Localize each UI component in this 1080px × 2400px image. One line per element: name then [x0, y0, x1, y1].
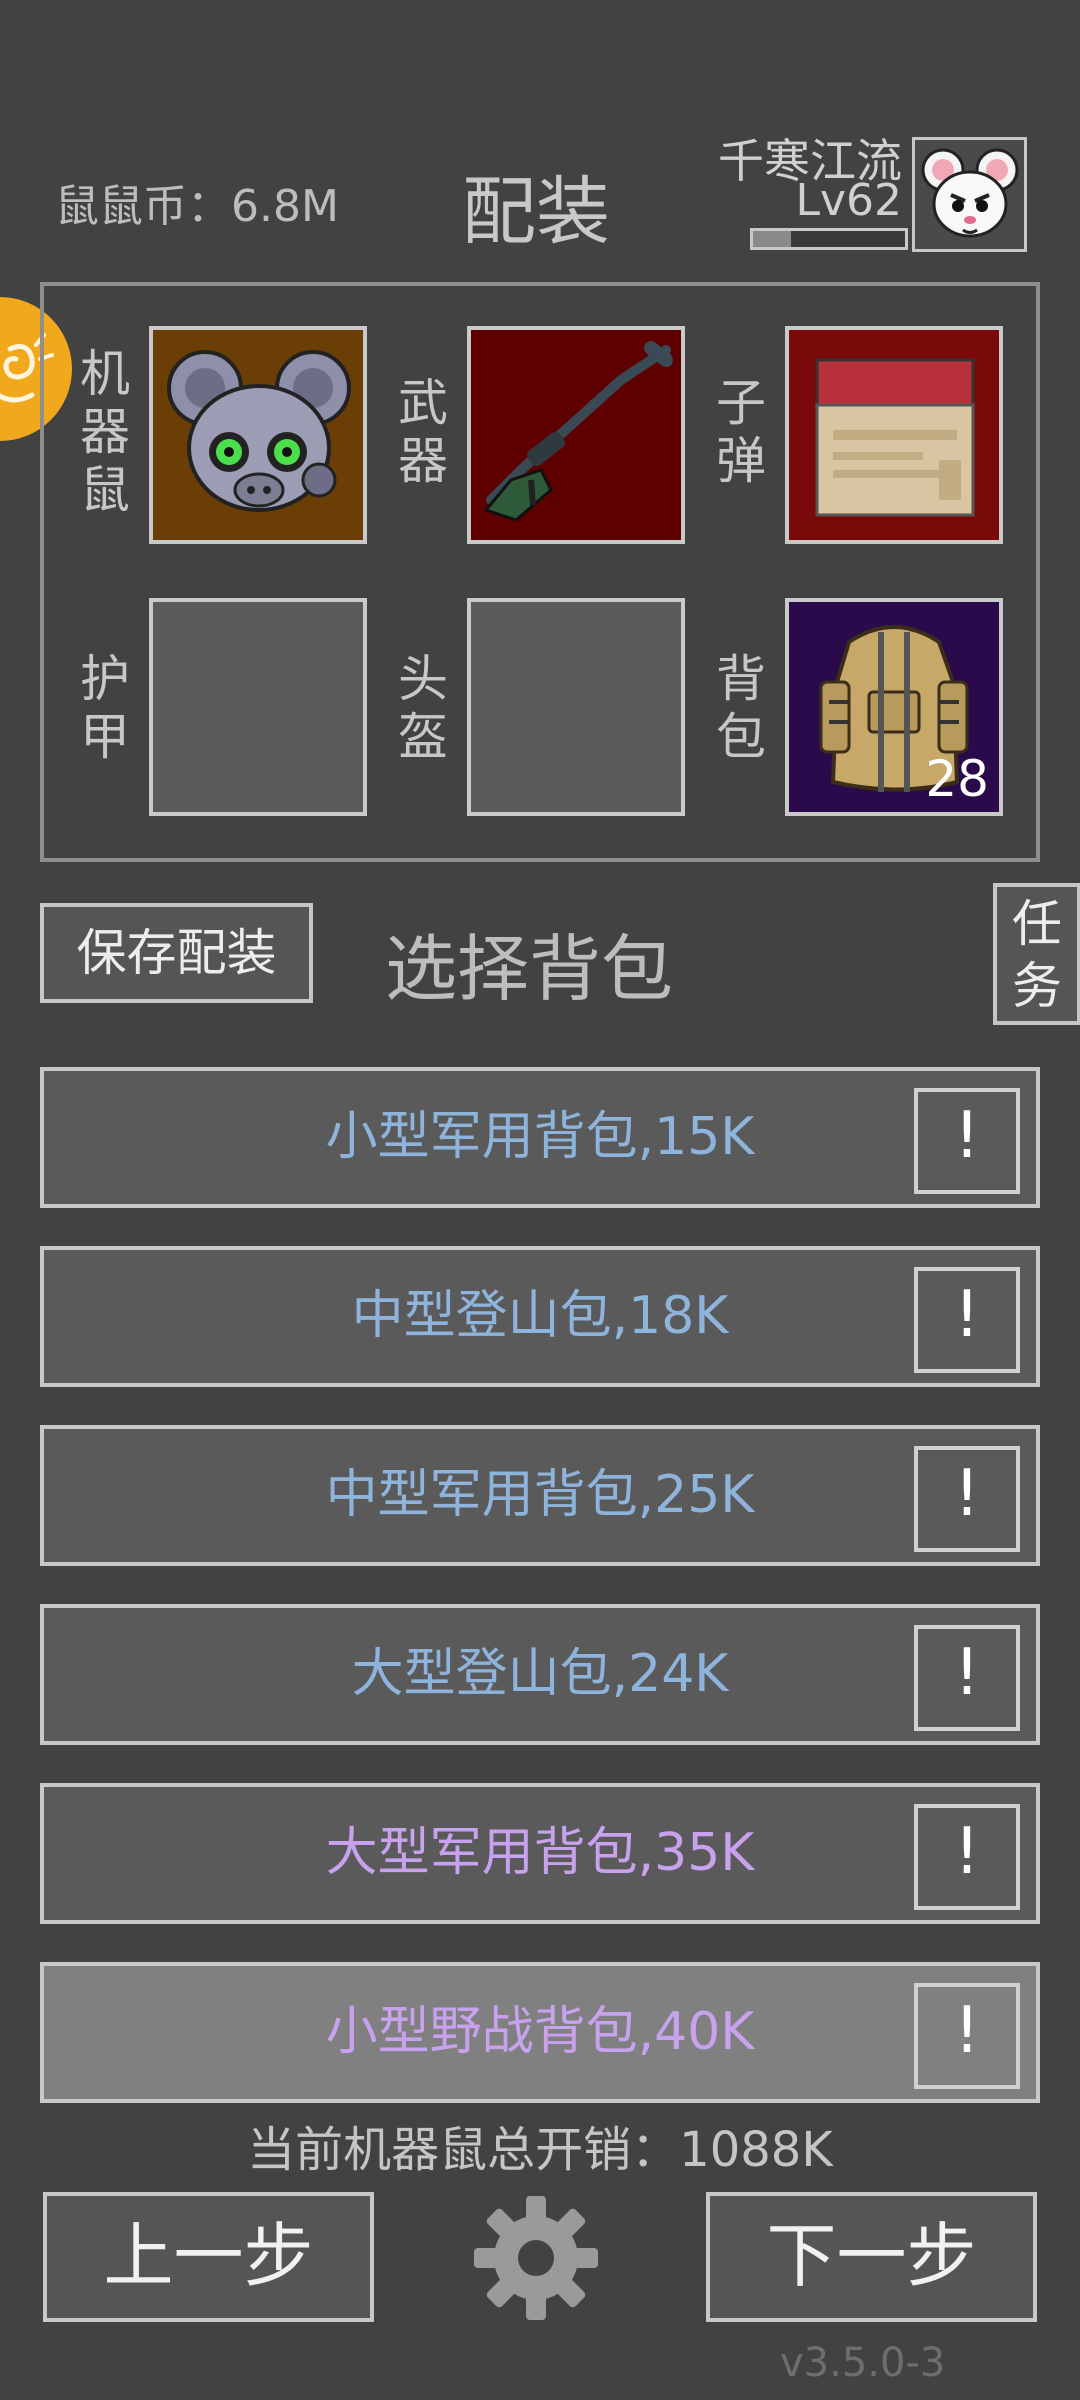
info-button[interactable]: !	[914, 1804, 1020, 1910]
slot-label-robot-mouse: 机器鼠	[75, 345, 135, 519]
slot-label-text: 头盔	[398, 650, 448, 766]
task-label: 任务	[1012, 895, 1062, 1015]
backpack-option-label: 大型军用背包,35K	[325, 1823, 755, 1883]
settings-button[interactable]	[470, 2192, 602, 2324]
xp-bar-fill	[753, 231, 791, 247]
backpack-option[interactable]: 大型登山包,24K !	[40, 1604, 1040, 1745]
slot-label-text: 护甲	[80, 650, 130, 766]
slot-helmet[interactable]	[467, 598, 685, 816]
slot-label-ammo: 子弹	[711, 374, 771, 490]
backpack-option-label: 中型登山包,18K	[351, 1286, 729, 1346]
slot-label-helmet: 头盔	[393, 650, 453, 766]
backpack-option-label: 小型野战背包,40K	[325, 2002, 755, 2062]
gear-icon	[474, 2196, 598, 2320]
slot-label-backpack: 背包	[711, 650, 771, 766]
info-button[interactable]: !	[914, 1267, 1020, 1373]
backpack-option[interactable]: 小型军用背包,15K !	[40, 1067, 1040, 1208]
sniper-rifle-icon	[483, 341, 673, 522]
item-count-badge: 28	[925, 750, 989, 808]
player-avatar[interactable]	[912, 137, 1027, 252]
slot-weapon[interactable]	[467, 326, 685, 544]
section-title: 选择背包	[385, 927, 674, 1011]
slot-robot-mouse[interactable]	[149, 326, 367, 544]
info-button[interactable]: !	[914, 1088, 1020, 1194]
slot-label-text: 背包	[716, 650, 766, 766]
task-button[interactable]: 任务	[993, 883, 1080, 1025]
backpack-option-label: 中型军用背包,25K	[325, 1465, 755, 1525]
slot-label-text: 机器鼠	[80, 345, 130, 519]
prev-step-button[interactable]: 上一步	[43, 2192, 374, 2322]
slot-label-text: 武器	[398, 374, 448, 490]
slot-label-text: 子弹	[716, 374, 766, 490]
version-label: v3.5.0-3	[780, 2340, 946, 2386]
slot-ammo[interactable]	[785, 326, 1003, 544]
backpack-option[interactable]: 中型登山包,18K !	[40, 1246, 1040, 1387]
ammo-box-icon	[815, 358, 975, 517]
xp-bar	[750, 228, 908, 250]
next-step-button[interactable]: 下一步	[706, 2192, 1037, 2322]
save-loadout-button[interactable]: 保存配装	[40, 903, 313, 1003]
slot-label-armor: 护甲	[75, 650, 135, 766]
backpack-option[interactable]: 中型军用背包,25K !	[40, 1425, 1040, 1566]
coin-balance: 鼠鼠币：6.8M	[55, 181, 339, 232]
info-button[interactable]: !	[914, 1983, 1020, 2089]
total-cost: 当前机器鼠总开销：1088K	[247, 2122, 833, 2178]
slot-armor[interactable]	[149, 598, 367, 816]
backpack-option-label: 大型登山包,24K	[351, 1644, 729, 1704]
backpack-option[interactable]: 小型野战背包,40K !	[40, 1962, 1040, 2103]
backpack-option[interactable]: 大型军用背包,35K !	[40, 1783, 1040, 1924]
robot-mouse-icon	[167, 350, 351, 512]
slot-backpack[interactable]: 28	[785, 598, 1003, 816]
player-level: Lv62	[795, 175, 902, 226]
page-title: 配装	[462, 169, 610, 255]
info-button[interactable]: !	[914, 1625, 1020, 1731]
mouse-avatar-icon	[921, 148, 1019, 238]
info-button[interactable]: !	[914, 1446, 1020, 1552]
backpack-option-label: 小型军用背包,15K	[325, 1107, 755, 1167]
slot-label-weapon: 武器	[393, 374, 453, 490]
